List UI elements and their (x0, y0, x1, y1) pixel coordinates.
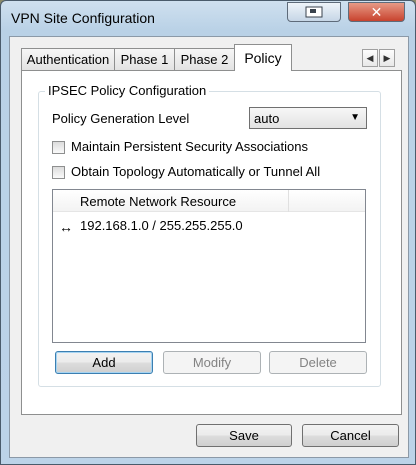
delete-button-label: Delete (299, 355, 337, 370)
tab-policy[interactable]: Policy (234, 44, 292, 71)
chevron-right-icon: ▶ (383, 52, 391, 63)
persistent-sa-label[interactable]: Maintain Persistent Security Association… (71, 139, 308, 154)
cancel-button[interactable]: Cancel (302, 424, 399, 447)
save-button-label: Save (229, 428, 259, 443)
resource-value: 192.168.1.0 / 255.255.255.0 (80, 218, 243, 233)
tab-label: Policy (244, 50, 282, 66)
modify-button-label: Modify (192, 355, 232, 370)
window-title: VPN Site Configuration (11, 10, 155, 26)
tab-scroll-right-button[interactable]: ▶ (379, 49, 395, 67)
group-title: IPSEC Policy Configuration (45, 83, 210, 98)
save-button[interactable]: Save (196, 424, 292, 447)
tab-phase-2[interactable]: Phase 2 (174, 48, 235, 70)
chevron-down-icon: ▼ (350, 112, 360, 123)
minimize-icon (305, 6, 323, 18)
policy-generation-level-label: Policy Generation Level (52, 111, 190, 126)
tab-phase-1[interactable]: Phase 1 (114, 48, 175, 70)
modify-button[interactable]: Modify (163, 351, 261, 374)
persistent-sa-checkbox[interactable] (52, 141, 65, 154)
policy-generation-level-select[interactable]: auto ▼ (249, 107, 367, 129)
select-value: auto (254, 111, 280, 126)
tab-label: Phase 1 (120, 52, 169, 67)
chevron-left-icon: ◀ (366, 52, 374, 63)
minimize-button[interactable] (287, 2, 341, 22)
close-button[interactable]: ✕ (348, 2, 405, 22)
column-separator (288, 190, 289, 212)
delete-button[interactable]: Delete (269, 351, 367, 374)
tab-scroll-left-button[interactable]: ◀ (362, 49, 378, 67)
list-header: Remote Network Resource (53, 190, 365, 212)
obtain-topology-checkbox[interactable] (52, 166, 65, 179)
cancel-button-label: Cancel (330, 428, 371, 443)
tab-label: Authentication (26, 52, 110, 67)
policy-tab-panel: IPSEC Policy Configuration Policy Genera… (21, 70, 402, 415)
bidirectional-arrow-icon: ↔ (59, 219, 73, 235)
column-header-remote-network-resource[interactable]: Remote Network Resource (80, 194, 236, 209)
add-button[interactable]: Add (55, 351, 153, 374)
dialog-window: VPN Site Configuration ✕ Authentication … (0, 0, 416, 465)
dialog-client-area: Authentication Phase 1 Phase 2 Policy ◀ … (9, 36, 409, 458)
ipsec-policy-group: IPSEC Policy Configuration Policy Genera… (38, 83, 381, 387)
remote-network-list[interactable]: Remote Network Resource ↔ 192.168.1.0 / … (52, 189, 366, 343)
tab-label: Phase 2 (180, 52, 229, 67)
obtain-topology-label[interactable]: Obtain Topology Automatically or Tunnel … (71, 164, 320, 179)
tab-authentication[interactable]: Authentication (21, 48, 115, 70)
close-icon: ✕ (370, 3, 383, 20)
add-button-label: Add (92, 355, 116, 370)
